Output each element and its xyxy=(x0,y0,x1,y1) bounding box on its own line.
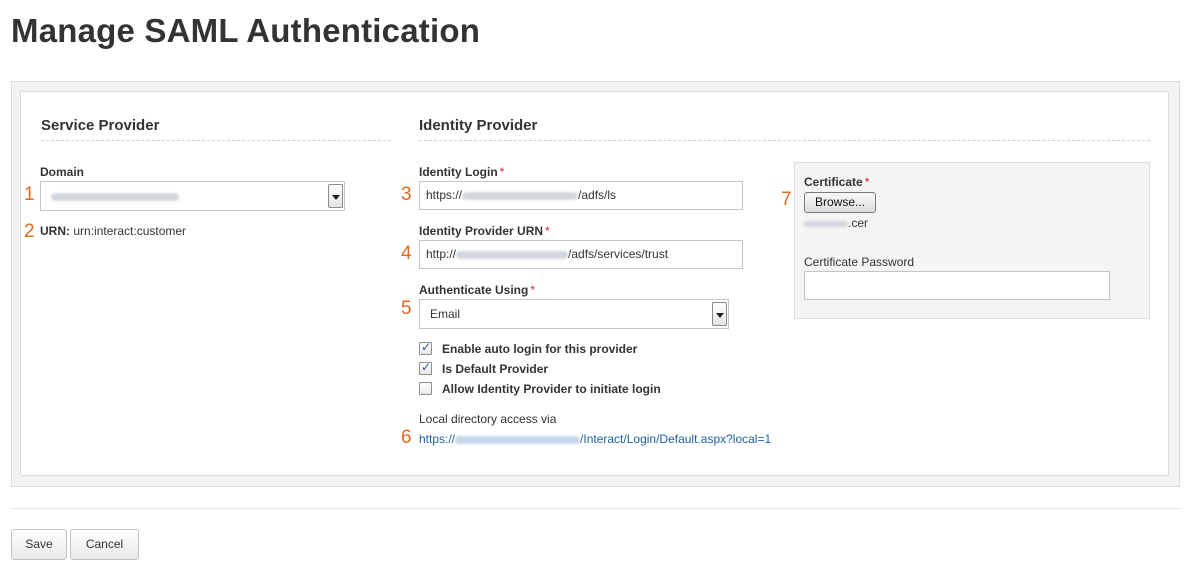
annotation-marker: 3 xyxy=(401,184,412,205)
input-value-suffix: /adfs/ls xyxy=(578,188,617,202)
save-button[interactable]: Save xyxy=(11,529,67,560)
idp-initiate-login-label: Allow Identity Provider to initiate logi… xyxy=(442,382,661,396)
identity-login-input[interactable]: https:// /adfs/ls xyxy=(419,181,743,210)
local-access-label: Local directory access via xyxy=(419,412,557,426)
annotation-marker: 1 xyxy=(24,184,35,205)
divider xyxy=(419,140,1150,141)
annotation-marker: 2 xyxy=(24,221,35,242)
required-marker: * xyxy=(545,224,550,238)
redacted-value xyxy=(51,192,179,201)
redacted-value xyxy=(462,191,579,200)
certificate-file-name: .cer xyxy=(804,216,868,230)
service-provider-heading: Service Provider xyxy=(41,117,160,134)
certificate-label-text: Certificate xyxy=(804,175,863,189)
required-marker: * xyxy=(530,283,536,297)
certificate-password-label: Certificate Password xyxy=(804,255,915,269)
authenticate-using-select[interactable]: Email xyxy=(419,299,729,329)
browse-button[interactable]: Browse... xyxy=(804,192,876,213)
required-marker: * xyxy=(864,175,870,189)
identity-provider-heading: Identity Provider xyxy=(419,117,538,134)
identity-login-label-text: Identity Login xyxy=(419,165,498,179)
default-provider-label: Is Default Provider xyxy=(442,362,549,376)
domain-label: Domain xyxy=(40,165,85,179)
idp-initiate-login-checkbox[interactable] xyxy=(419,382,432,395)
urn-row: URN: urn:interact:customer xyxy=(40,224,186,238)
auto-login-label: Enable auto login for this provider xyxy=(442,342,638,356)
page-title: Manage SAML Authentication xyxy=(11,12,481,49)
divider xyxy=(41,140,391,141)
urn-label: URN: xyxy=(40,224,70,238)
redacted-value xyxy=(456,250,569,259)
annotation-marker: 4 xyxy=(401,243,412,264)
urn-value: urn:interact:customer xyxy=(73,224,187,238)
link-suffix: /Interact/Login/Default.aspx?local=1 xyxy=(580,432,772,446)
authenticate-using-label-text: Authenticate Using xyxy=(419,283,529,297)
divider xyxy=(11,508,1180,509)
link-prefix: https:// xyxy=(419,432,456,446)
default-provider-checkbox[interactable] xyxy=(419,360,432,375)
required-marker: * xyxy=(499,165,505,179)
cancel-button[interactable]: Cancel xyxy=(70,529,139,560)
annotation-marker: 5 xyxy=(401,298,412,319)
annotation-marker: 7 xyxy=(781,189,792,210)
provider-urn-input[interactable]: http:// /adfs/services/trust xyxy=(419,240,743,269)
annotation-marker: 6 xyxy=(401,427,412,448)
authenticate-using-label: Authenticate Using * xyxy=(419,283,535,297)
identity-login-label: Identity Login * xyxy=(419,165,504,179)
chevron-down-icon[interactable] xyxy=(712,302,727,326)
auto-login-checkbox[interactable] xyxy=(419,340,432,355)
input-value-prefix: http:// xyxy=(426,247,457,261)
file-extension: .cer xyxy=(848,216,869,230)
domain-select[interactable] xyxy=(40,181,345,211)
local-access-link[interactable]: https:// /Interact/Login/Default.aspx?loc… xyxy=(419,432,771,446)
redacted-value xyxy=(455,435,581,444)
certificate-label: Certificate * xyxy=(804,175,869,189)
input-value-prefix: https:// xyxy=(426,188,463,202)
provider-urn-label-text: Identity Provider URN xyxy=(419,224,544,238)
selected-option: Email xyxy=(430,307,461,321)
chevron-down-icon[interactable] xyxy=(328,184,343,208)
redacted-value xyxy=(804,220,848,227)
input-value-suffix: /adfs/services/trust xyxy=(568,247,669,261)
provider-urn-label: Identity Provider URN * xyxy=(419,224,550,238)
certificate-password-input[interactable] xyxy=(804,271,1110,300)
